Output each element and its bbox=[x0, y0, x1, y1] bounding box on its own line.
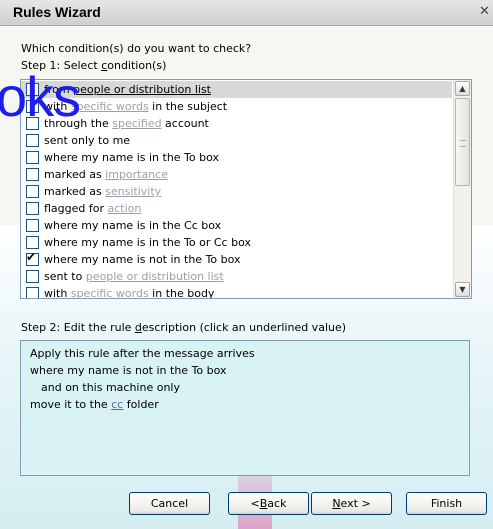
conditions-items: from people or distribution list with spe… bbox=[21, 80, 452, 298]
finish-button[interactable]: Finish bbox=[406, 492, 487, 515]
condition-value-link[interactable]: importance bbox=[105, 168, 168, 181]
condition-value-link[interactable]: people or distribution list bbox=[86, 270, 224, 283]
folder-link[interactable]: cc bbox=[111, 398, 123, 411]
condition-checkbox[interactable] bbox=[26, 185, 39, 198]
condition-value-link[interactable]: people or distribution list bbox=[73, 83, 211, 96]
condition-label: from people or distribution list bbox=[44, 83, 211, 96]
condition-value-link[interactable]: action bbox=[108, 202, 142, 215]
condition-checkbox[interactable] bbox=[26, 270, 39, 283]
scroll-down-icon[interactable]: ▼ bbox=[455, 282, 470, 297]
description-line: and on this machine only bbox=[41, 381, 180, 394]
conditions-list[interactable]: from people or distribution list with spe… bbox=[20, 79, 472, 299]
condition-checkbox[interactable] bbox=[26, 202, 39, 215]
condition-value-link[interactable]: specific words bbox=[71, 287, 149, 298]
condition-label: sent only to me bbox=[44, 134, 131, 147]
condition-checkbox[interactable] bbox=[26, 134, 39, 147]
step1-label: Step 1: Select condition(s) bbox=[21, 59, 167, 72]
close-icon[interactable]: ✕ bbox=[479, 5, 491, 19]
condition-label: where my name is in the Cc box bbox=[44, 219, 222, 232]
condition-row[interactable]: sent only to me bbox=[21, 132, 452, 149]
condition-label: through the specified account bbox=[44, 117, 209, 130]
condition-row[interactable]: with specific words in the body bbox=[21, 285, 452, 298]
condition-row[interactable]: marked as sensitivity bbox=[21, 183, 452, 200]
rule-description: Apply this rule after the message arrive… bbox=[20, 340, 470, 476]
condition-checkbox[interactable] bbox=[26, 83, 39, 96]
step2-label: Step 2: Edit the rule description (click… bbox=[21, 321, 347, 334]
condition-checkbox[interactable]: ✔ bbox=[26, 250, 39, 266]
title-bar: Rules Wizard ✕ bbox=[0, 0, 493, 26]
next-button[interactable]: Next > bbox=[311, 492, 392, 515]
condition-label: where my name is in the To or Cc box bbox=[44, 236, 251, 249]
vertical-scrollbar[interactable]: ▲ ▼ bbox=[453, 80, 471, 298]
condition-label: where my name is not in the To box bbox=[44, 253, 241, 266]
condition-checkbox[interactable] bbox=[26, 117, 39, 130]
thumb-grip bbox=[460, 140, 466, 147]
scroll-thumb[interactable] bbox=[455, 98, 470, 186]
condition-value-link[interactable]: specified bbox=[112, 117, 161, 130]
condition-label: where my name is in the To box bbox=[44, 151, 220, 164]
condition-label: with specific words in the body bbox=[44, 287, 215, 298]
condition-checkbox[interactable] bbox=[26, 151, 39, 164]
condition-row[interactable]: where my name is in the To or Cc box bbox=[21, 234, 452, 251]
description-line: where my name is not in the To box bbox=[30, 364, 227, 377]
condition-value-link[interactable]: sensitivity bbox=[105, 185, 161, 198]
condition-row[interactable]: where my name is in the Cc box bbox=[21, 217, 452, 234]
condition-row[interactable]: sent to people or distribution list bbox=[21, 268, 452, 285]
check-icon: ✔ bbox=[26, 250, 37, 264]
window-title: Rules Wizard bbox=[13, 4, 101, 20]
condition-value-link[interactable]: specific words bbox=[71, 100, 149, 113]
condition-label: marked as importance bbox=[44, 168, 169, 181]
condition-checkbox[interactable] bbox=[26, 287, 39, 298]
cancel-button[interactable]: Cancel bbox=[129, 492, 210, 515]
description-line: Apply this rule after the message arrive… bbox=[30, 347, 255, 360]
condition-checkbox[interactable] bbox=[26, 100, 39, 113]
condition-row[interactable]: where my name is in the To box bbox=[21, 149, 452, 166]
condition-row[interactable]: through the specified account bbox=[21, 115, 452, 132]
scroll-up-icon[interactable]: ▲ bbox=[455, 81, 470, 96]
condition-row[interactable]: ✔ where my name is not in the To box bbox=[21, 250, 452, 268]
condition-checkbox[interactable] bbox=[26, 236, 39, 249]
condition-label: flagged for action bbox=[44, 202, 142, 215]
condition-row[interactable]: with specific words in the subject bbox=[21, 98, 452, 115]
condition-row[interactable]: marked as importance bbox=[21, 166, 452, 183]
condition-row[interactable]: from people or distribution list bbox=[21, 81, 452, 98]
condition-checkbox[interactable] bbox=[26, 219, 39, 232]
condition-label: marked as sensitivity bbox=[44, 185, 162, 198]
condition-row[interactable]: flagged for action bbox=[21, 200, 452, 217]
condition-label: sent to people or distribution list bbox=[44, 270, 224, 283]
question-label: Which condition(s) do you want to check? bbox=[21, 42, 252, 55]
condition-label: with specific words in the subject bbox=[44, 100, 228, 113]
description-line: move it to the cc folder bbox=[30, 398, 159, 411]
back-button[interactable]: < Back bbox=[228, 492, 309, 515]
condition-checkbox[interactable] bbox=[26, 168, 39, 181]
